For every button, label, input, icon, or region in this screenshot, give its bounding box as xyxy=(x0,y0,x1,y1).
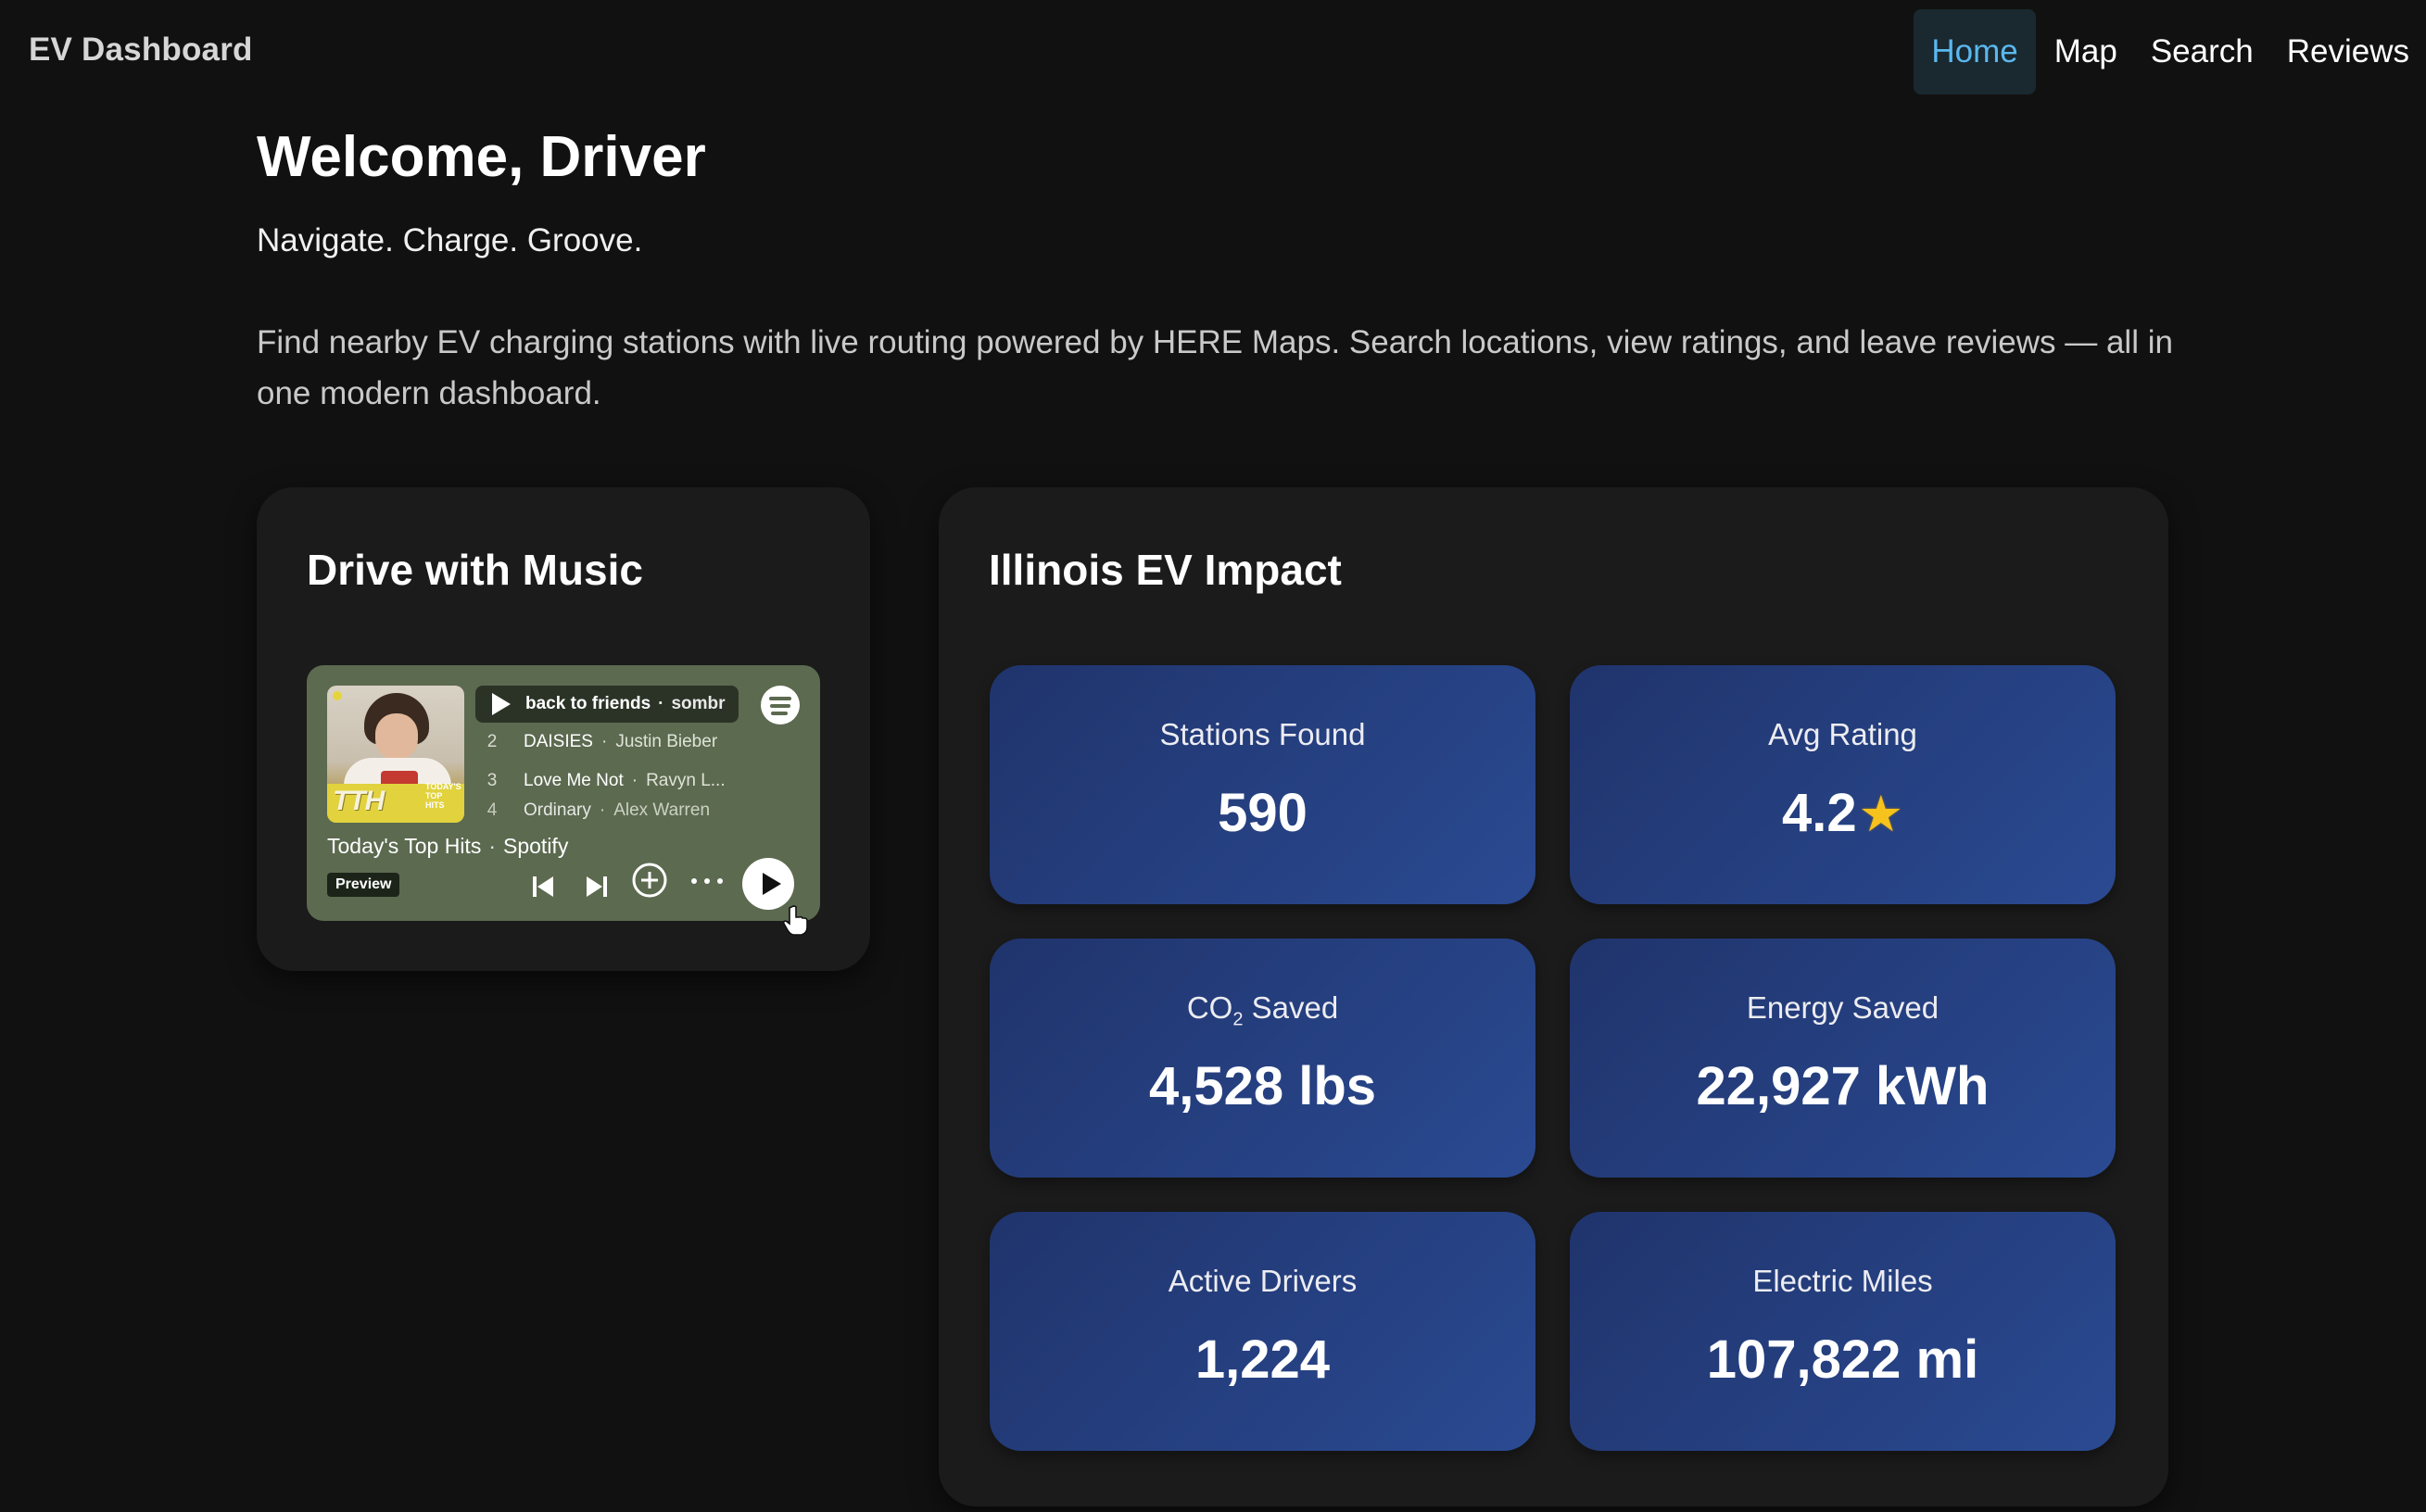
playlist-source: Spotify xyxy=(503,834,569,858)
top-nav: Home Map Search Reviews xyxy=(1914,9,2426,94)
separator-dot: · xyxy=(658,694,664,713)
stat-value: 4,528 lbs xyxy=(1148,1056,1377,1116)
stat-value: 4.2 xyxy=(1781,783,1857,843)
stat-tile-co2-saved: CO2 Saved 4,528 lbs xyxy=(990,939,1535,1178)
track-number: 3 xyxy=(486,771,498,790)
track-artist: sombr xyxy=(671,694,726,713)
stat-value: 107,822 mi xyxy=(1706,1329,1979,1390)
preview-badge: Preview xyxy=(327,873,400,897)
track-number: 2 xyxy=(486,732,498,751)
stat-label: Electric Miles xyxy=(1752,1264,1933,1298)
brand-title[interactable]: EV Dashboard xyxy=(29,32,253,69)
stat-label: Energy Saved xyxy=(1746,990,1940,1025)
nav-map[interactable]: Map xyxy=(2038,9,2134,94)
play-icon xyxy=(763,873,781,895)
separator-dot: · xyxy=(600,732,608,751)
track-artist: Justin Bieber xyxy=(615,732,718,751)
stat-tile-electric-miles: Electric Miles 107,822 mi xyxy=(1570,1212,2116,1451)
separator-dot: · xyxy=(488,834,496,858)
previous-track-icon[interactable] xyxy=(529,873,557,901)
nav-reviews[interactable]: Reviews xyxy=(2270,9,2426,94)
track-number: 4 xyxy=(486,800,498,820)
ev-impact-card: Illinois EV Impact Stations Found 590 Av… xyxy=(939,487,2168,1506)
track-artist: Ravyn L... xyxy=(646,771,726,790)
music-card-title: Drive with Music xyxy=(307,546,643,594)
separator-dot: · xyxy=(599,800,606,820)
music-card: Drive with Music TTH TODAY'S TOP HITS ba… xyxy=(257,487,870,971)
hero-description: Find nearby EV charging stations with li… xyxy=(257,324,2173,411)
stat-label: Active Drivers xyxy=(1168,1264,1358,1298)
track-artist: Alex Warren xyxy=(613,800,711,820)
spotify-logo-icon[interactable] xyxy=(761,686,800,724)
stat-tile-energy-saved: Energy Saved 22,927 kWh xyxy=(1570,939,2116,1178)
stat-value: 590 xyxy=(1218,783,1308,843)
stat-label-main: CO xyxy=(1186,990,1233,1025)
add-to-library-icon[interactable] xyxy=(631,862,668,899)
play-button[interactable] xyxy=(742,858,794,910)
stat-label: Avg Rating xyxy=(1768,717,1917,751)
stat-tile-stations-found: Stations Found 590 xyxy=(990,665,1535,904)
next-track-icon[interactable] xyxy=(583,873,611,901)
stat-value-wrap: 4.2★ xyxy=(1570,782,2116,844)
track-title: DAISIES xyxy=(524,732,593,751)
nav-home[interactable]: Home xyxy=(1914,9,2036,94)
track-now-playing[interactable]: back to friends · sombr xyxy=(475,686,739,723)
track-title: back to friends xyxy=(525,694,651,713)
playlist-name: Today's Top Hits xyxy=(327,834,482,858)
track-title: Love Me Not xyxy=(524,771,624,790)
nav-search[interactable]: Search xyxy=(2134,9,2270,94)
playlist-cover-image[interactable]: TTH TODAY'S TOP HITS xyxy=(327,686,464,823)
stat-tile-active-drivers: Active Drivers 1,224 xyxy=(990,1212,1535,1451)
track-list: back to friends · sombr 2 DAISIES · Just… xyxy=(475,686,753,821)
track-row[interactable]: 4 Ordinary · Alex Warren xyxy=(475,800,753,821)
play-icon xyxy=(492,693,511,715)
cover-logo-text: TTH xyxy=(333,786,385,816)
stat-label-suffix: Saved xyxy=(1243,990,1339,1025)
playlist-label[interactable]: Today's Top Hits · Spotify xyxy=(327,834,568,859)
separator-dot: · xyxy=(631,771,638,790)
stat-value: 1,224 xyxy=(1194,1329,1331,1390)
stat-label: Stations Found xyxy=(1159,717,1366,751)
stat-tile-avg-rating: Avg Rating 4.2★ xyxy=(1570,665,2116,904)
more-options-icon[interactable] xyxy=(687,869,727,893)
track-title: Ordinary xyxy=(524,800,591,820)
track-row[interactable]: 3 Love Me Not · Ravyn L... xyxy=(475,762,753,800)
star-icon: ★ xyxy=(1858,787,1904,842)
page-title: Welcome, Driver xyxy=(257,125,706,189)
spotify-player: TTH TODAY'S TOP HITS back to friends · s… xyxy=(307,665,820,921)
impact-card-title: Illinois EV Impact xyxy=(989,546,1342,594)
stat-label: CO2 Saved xyxy=(990,990,1535,1031)
stat-label-subscript: 2 xyxy=(1232,1009,1244,1030)
track-row[interactable]: 2 DAISIES · Justin Bieber xyxy=(475,723,753,762)
cover-small-text: TODAY'S TOP HITS xyxy=(425,782,461,810)
stat-value: 22,927 kWh xyxy=(1696,1056,1990,1116)
hero-tagline: Navigate. Charge. Groove. xyxy=(257,222,643,258)
hand-cursor-icon xyxy=(782,905,808,936)
